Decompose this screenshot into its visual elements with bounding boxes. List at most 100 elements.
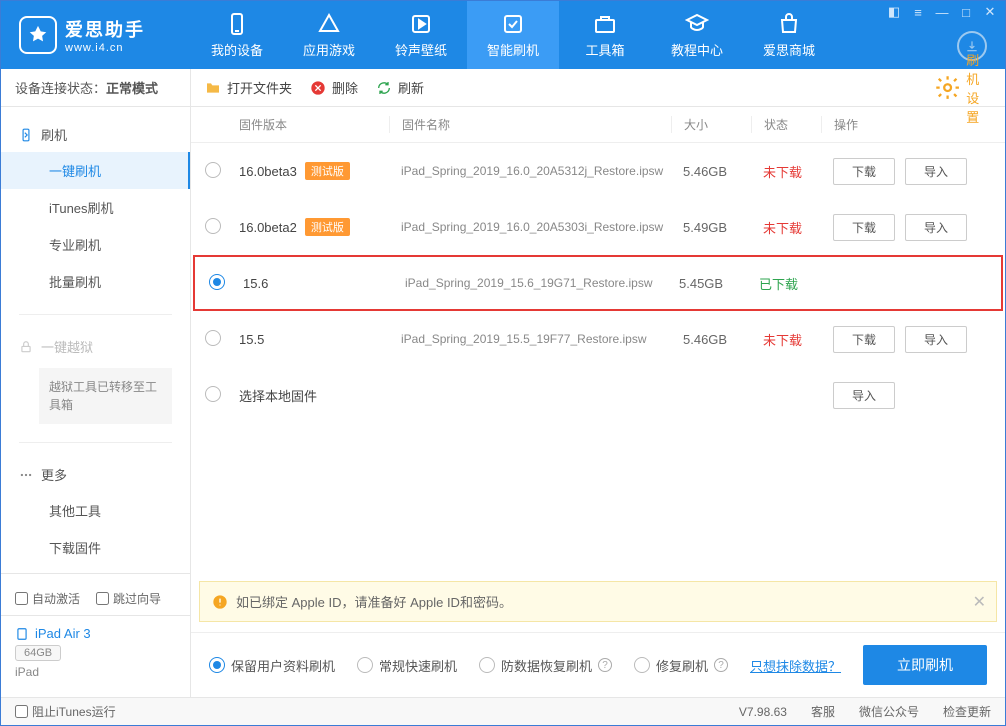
jailbreak-note: 越狱工具已转移至工具箱 xyxy=(39,368,172,424)
tab-ringtone[interactable]: 铃声壁纸 xyxy=(375,1,467,69)
firmware-size: 5.46GB xyxy=(671,164,751,179)
delete-icon xyxy=(310,80,326,96)
block-itunes-checkbox[interactable]: 阻止iTunes运行 xyxy=(15,703,116,720)
row-radio[interactable] xyxy=(205,218,221,234)
refresh-button[interactable]: 刷新 xyxy=(376,78,424,97)
wechat-link[interactable]: 微信公众号 xyxy=(859,703,919,720)
firmware-filename: iPad_Spring_2019_15.5_19F77_Restore.ipsw xyxy=(389,332,671,346)
tab-toolbox[interactable]: 工具箱 xyxy=(559,1,651,69)
warning-icon xyxy=(212,594,228,610)
row-radio[interactable] xyxy=(209,274,225,290)
version-label: V7.98.63 xyxy=(739,705,787,719)
row-radio[interactable] xyxy=(205,386,221,402)
option-keep-data[interactable]: 保留用户资料刷机 xyxy=(209,656,335,675)
app-subtitle: www.i4.cn xyxy=(65,42,145,54)
download-status: 未下载 xyxy=(763,221,802,236)
firmware-version: 15.5 xyxy=(239,332,264,347)
menu-icon[interactable]: ≡ xyxy=(911,5,925,19)
firmware-row[interactable]: 15.5 iPad_Spring_2019_15.5_19F77_Restore… xyxy=(191,311,1005,367)
firmware-size: 5.49GB xyxy=(671,220,751,235)
erase-data-link[interactable]: 只想抹除数据？ xyxy=(750,656,841,675)
sidebar-item-itunes-flash[interactable]: iTunes刷机 xyxy=(1,189,190,226)
firmware-version: 16.0beta2 xyxy=(239,220,297,235)
device-storage-badge: 64GB xyxy=(15,645,61,661)
download-status: 已下载 xyxy=(759,277,798,292)
select-local-label: 选择本地固件 xyxy=(239,386,821,405)
header-size: 大小 xyxy=(671,116,751,133)
option-normal[interactable]: 常规快速刷机 xyxy=(357,656,457,675)
download-button[interactable]: 下载 xyxy=(833,326,895,353)
import-button[interactable]: 导入 xyxy=(833,382,895,409)
row-radio[interactable] xyxy=(205,162,221,178)
header-version: 固件版本 xyxy=(239,116,389,133)
download-button[interactable]: 下载 xyxy=(833,214,895,241)
beta-tag: 测试版 xyxy=(305,162,350,180)
device-icon xyxy=(15,627,29,641)
tab-my-device[interactable]: 我的设备 xyxy=(191,1,283,69)
more-icon xyxy=(19,468,33,482)
connection-status: 设备连接状态：正常模式 xyxy=(1,69,190,107)
content-area: 打开文件夹 删除 刷新 刷机设置 固件版本 固件名称 大小 状态 操作 xyxy=(191,69,1005,697)
sidebar-item-pro-flash[interactable]: 专业刷机 xyxy=(1,226,190,263)
logo-icon xyxy=(19,16,57,54)
header-name: 固件名称 xyxy=(389,116,671,133)
select-local-row[interactable]: 选择本地固件 导入 xyxy=(191,367,1005,423)
header-action: 操作 xyxy=(821,116,991,133)
firmware-row[interactable]: 15.6 iPad_Spring_2019_15.6_19G71_Restore… xyxy=(193,255,1003,311)
skip-guide-checkbox[interactable]: 跳过向导 xyxy=(96,590,161,607)
download-status: 未下载 xyxy=(763,333,802,348)
firmware-version: 16.0beta3 xyxy=(239,164,297,179)
help-icon[interactable]: ? xyxy=(598,658,612,672)
table-header: 固件版本 固件名称 大小 状态 操作 xyxy=(191,107,1005,143)
minimize-icon[interactable]: — xyxy=(935,5,949,19)
download-button[interactable]: 下载 xyxy=(833,158,895,185)
sidebar-group-jailbreak: 一键越狱 xyxy=(1,329,190,364)
firmware-filename: iPad_Spring_2019_16.0_20A5303i_Restore.i… xyxy=(389,220,671,234)
import-button[interactable]: 导入 xyxy=(905,158,967,185)
sidebar-item-batch-flash[interactable]: 批量刷机 xyxy=(1,263,190,300)
option-repair[interactable]: 修复刷机? xyxy=(634,656,728,675)
firmware-row[interactable]: 16.0beta3 测试版 iPad_Spring_2019_16.0_20A53… xyxy=(191,143,1005,199)
import-button[interactable]: 导入 xyxy=(905,326,967,353)
option-anti-recovery[interactable]: 防数据恢复刷机? xyxy=(479,656,612,675)
open-folder-button[interactable]: 打开文件夹 xyxy=(205,78,292,97)
tab-store[interactable]: 爱思商城 xyxy=(743,1,835,69)
sidebar-item-other-tools[interactable]: 其他工具 xyxy=(1,492,190,529)
delete-button[interactable]: 删除 xyxy=(310,78,358,97)
nav-tabs: 我的设备 应用游戏 铃声壁纸 智能刷机 工具箱 教程中心 爱思商城 xyxy=(191,1,887,69)
notice-close-icon[interactable]: ✕ xyxy=(973,592,986,612)
lock-icon xyxy=(19,340,33,354)
status-bar: 阻止iTunes运行 V7.98.63 客服 微信公众号 检查更新 xyxy=(1,697,1005,725)
sidebar-group-flash[interactable]: 刷机 xyxy=(1,117,190,152)
maximize-icon[interactable]: □ xyxy=(959,5,973,19)
check-update-link[interactable]: 检查更新 xyxy=(943,703,991,720)
flash-options: 保留用户资料刷机 常规快速刷机 防数据恢复刷机? 修复刷机? 只想抹除数据？ 立… xyxy=(191,632,1005,697)
firmware-size: 5.45GB xyxy=(667,276,747,291)
app-title: 爱思助手 xyxy=(65,16,145,42)
import-button[interactable]: 导入 xyxy=(905,214,967,241)
folder-icon xyxy=(205,80,221,96)
firmware-filename: iPad_Spring_2019_16.0_20A5312j_Restore.i… xyxy=(389,164,671,178)
close-icon[interactable]: ✕ xyxy=(983,5,997,19)
customer-service-link[interactable]: 客服 xyxy=(811,703,835,720)
tab-flash[interactable]: 智能刷机 xyxy=(467,1,559,69)
sidebar-item-advanced[interactable]: 高级功能 xyxy=(1,566,190,573)
firmware-row[interactable]: 16.0beta2测试版 iPad_Spring_2019_16.0_20A53… xyxy=(191,199,1005,255)
help-icon[interactable]: ? xyxy=(714,658,728,672)
firmware-version: 15.6 xyxy=(243,276,268,291)
app-header: 爱思助手 www.i4.cn 我的设备 应用游戏 铃声壁纸 智能刷机 工具箱 教… xyxy=(1,1,1005,69)
download-status: 未下载 xyxy=(763,165,802,180)
header-status: 状态 xyxy=(751,116,821,133)
tab-tutorial[interactable]: 教程中心 xyxy=(651,1,743,69)
firmware-size: 5.46GB xyxy=(671,332,751,347)
device-info[interactable]: iPad Air 3 64GB iPad xyxy=(1,615,190,689)
sidebar-group-more[interactable]: 更多 xyxy=(1,457,190,492)
auto-activate-checkbox[interactable]: 自动激活 xyxy=(15,590,80,607)
sidebar-item-download-firmware[interactable]: 下载固件 xyxy=(1,529,190,566)
flash-now-button[interactable]: 立即刷机 xyxy=(863,645,987,685)
row-radio[interactable] xyxy=(205,330,221,346)
gear-icon xyxy=(934,74,961,101)
sidebar-item-one-key-flash[interactable]: 一键刷机 xyxy=(1,152,190,189)
skin-icon[interactable]: ◧ xyxy=(887,5,901,19)
tab-apps[interactable]: 应用游戏 xyxy=(283,1,375,69)
